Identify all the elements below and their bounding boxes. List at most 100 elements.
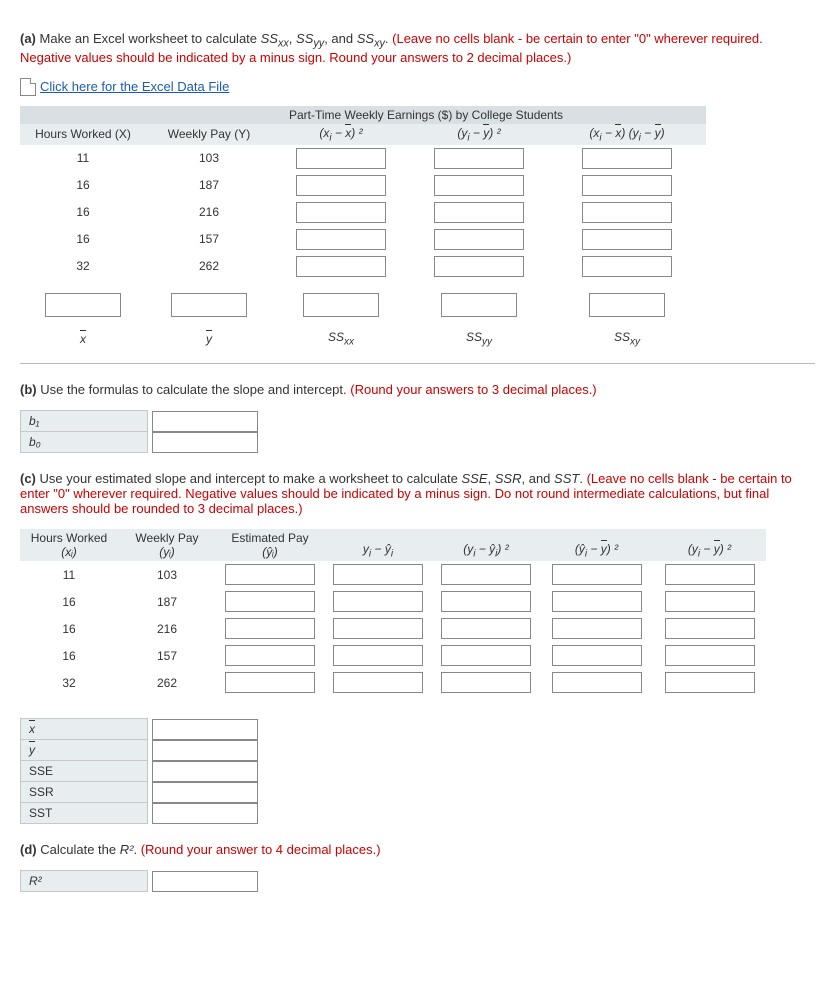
part-c-prompt: (c) Use your estimated slope and interce… [20, 471, 815, 516]
input-c-sst-3[interactable] [665, 618, 755, 639]
table-b: b₁ b₀ [20, 410, 263, 453]
input-c-sst-4[interactable] [665, 645, 755, 666]
input-ssxx[interactable] [303, 293, 379, 317]
table-row: 16 157 [20, 642, 766, 669]
input-a-xx-2[interactable] [296, 175, 386, 196]
input-c-ssr-2[interactable] [552, 591, 642, 612]
col-xx-header: (xi − x) ² [272, 124, 410, 145]
input-c-res-3[interactable] [333, 618, 423, 639]
input-a-xx-5[interactable] [296, 256, 386, 277]
input-c-res-1[interactable] [333, 564, 423, 585]
table-row: 16 187 [20, 588, 766, 615]
input-c-sse-4[interactable] [441, 645, 531, 666]
r2-label: R² [21, 871, 148, 892]
ssyy-label: SSyy [410, 320, 548, 349]
table-row: 16 187 [20, 172, 706, 199]
col-xy-header: (xi − x) (yi − y) [548, 124, 706, 145]
input-ssxy[interactable] [589, 293, 665, 317]
input-a-xx-4[interactable] [296, 229, 386, 250]
input-c-sst[interactable] [152, 803, 258, 824]
input-a-xx-1[interactable] [296, 148, 386, 169]
col-y-header: Weekly Pay (Y) [146, 124, 272, 145]
input-c-ssr-1[interactable] [552, 564, 642, 585]
input-c-res-4[interactable] [333, 645, 423, 666]
table-row: b₀ [21, 432, 263, 453]
input-a-xy-3[interactable] [582, 202, 672, 223]
table-row: 32 262 [20, 669, 766, 696]
ybar-label: y [146, 320, 272, 349]
input-c-yhat-4[interactable] [225, 645, 315, 666]
input-a-xy-1[interactable] [582, 148, 672, 169]
input-b0[interactable] [152, 432, 258, 453]
col-c-x-header: Hours Worked(xᵢ) [20, 529, 118, 561]
table-row: SSE [21, 761, 263, 782]
col-x-header: Hours Worked (X) [20, 124, 146, 145]
sum-labels-row: x y SSxx SSyy SSxy [20, 320, 706, 349]
table-row: R² [21, 871, 263, 892]
input-c-res-5[interactable] [333, 672, 423, 693]
table-d: R² [20, 870, 262, 892]
input-c-yhat-3[interactable] [225, 618, 315, 639]
input-a-yy-1[interactable] [434, 148, 524, 169]
part-b: (b) Use the formulas to calculate the sl… [20, 382, 815, 453]
input-c-ssr-3[interactable] [552, 618, 642, 639]
input-c-xbar[interactable] [152, 719, 258, 740]
ssr-label: SSR [21, 782, 148, 803]
input-a-yy-2[interactable] [434, 175, 524, 196]
input-c-sse-3[interactable] [441, 618, 531, 639]
input-a-xy-4[interactable] [582, 229, 672, 250]
input-ybar[interactable] [171, 293, 247, 317]
input-c-ssr-4[interactable] [552, 645, 642, 666]
input-c-yhat-1[interactable] [225, 564, 315, 585]
xbar-c-label: x [21, 719, 148, 740]
input-c-sst-1[interactable] [665, 564, 755, 585]
table-row: 16 157 [20, 226, 706, 253]
input-ssyy[interactable] [441, 293, 517, 317]
col-c-ssr-header: (ŷi − y) ² [540, 529, 653, 561]
table-row: 11 103 [20, 561, 766, 588]
col-c-resid-header: yi − ŷi [324, 529, 432, 561]
table-row: 32 262 [20, 253, 706, 280]
input-xbar[interactable] [45, 293, 121, 317]
part-a-prompt: (a) Make an Excel worksheet to calculate… [20, 31, 815, 65]
table-row: SST [21, 803, 263, 824]
input-c-sse-1[interactable] [441, 564, 531, 585]
input-c-res-2[interactable] [333, 591, 423, 612]
input-c-yhat-2[interactable] [225, 591, 315, 612]
col-yy-header: (yi − y) ² [410, 124, 548, 145]
b1-label: b₁ [21, 411, 148, 432]
input-a-yy-4[interactable] [434, 229, 524, 250]
input-r2[interactable] [152, 871, 258, 892]
table-row: y [21, 740, 263, 761]
excel-data-file-link[interactable]: Click here for the Excel Data File [40, 79, 229, 94]
input-a-yy-3[interactable] [434, 202, 524, 223]
input-c-sse-2[interactable] [441, 591, 531, 612]
input-c-ssr-5[interactable] [552, 672, 642, 693]
input-c-ybar[interactable] [152, 740, 258, 761]
table-a: Part-Time Weekly Earnings ($) by College… [20, 106, 706, 350]
col-c-sst-header: (yi − y) ² [653, 529, 766, 561]
input-b1[interactable] [152, 411, 258, 432]
input-c-sst-5[interactable] [665, 672, 755, 693]
table-row: 16 216 [20, 199, 706, 226]
col-c-sse-header: (yi − ŷi) ² [432, 529, 540, 561]
part-d-prompt: (d) Calculate the R². (Round your answer… [20, 842, 815, 857]
part-a-label: (a) [20, 31, 36, 46]
input-a-xy-5[interactable] [582, 256, 672, 277]
input-c-ssr[interactable] [152, 782, 258, 803]
excel-file-link-row: Click here for the Excel Data File [20, 78, 815, 96]
table-c: Hours Worked(xᵢ) Weekly Pay(yᵢ) Estimate… [20, 529, 766, 696]
input-c-sse-5[interactable] [441, 672, 531, 693]
input-a-yy-5[interactable] [434, 256, 524, 277]
input-c-sse[interactable] [152, 761, 258, 782]
table-row: 16 216 [20, 615, 766, 642]
input-c-sst-2[interactable] [665, 591, 755, 612]
table-row: x [21, 719, 263, 740]
input-a-xy-2[interactable] [582, 175, 672, 196]
input-c-yhat-5[interactable] [225, 672, 315, 693]
sse-label: SSE [21, 761, 148, 782]
input-a-xx-3[interactable] [296, 202, 386, 223]
part-d: (d) Calculate the R². (Round your answer… [20, 842, 815, 892]
sum-inputs-row [20, 280, 706, 320]
table-row: b₁ [21, 411, 263, 432]
